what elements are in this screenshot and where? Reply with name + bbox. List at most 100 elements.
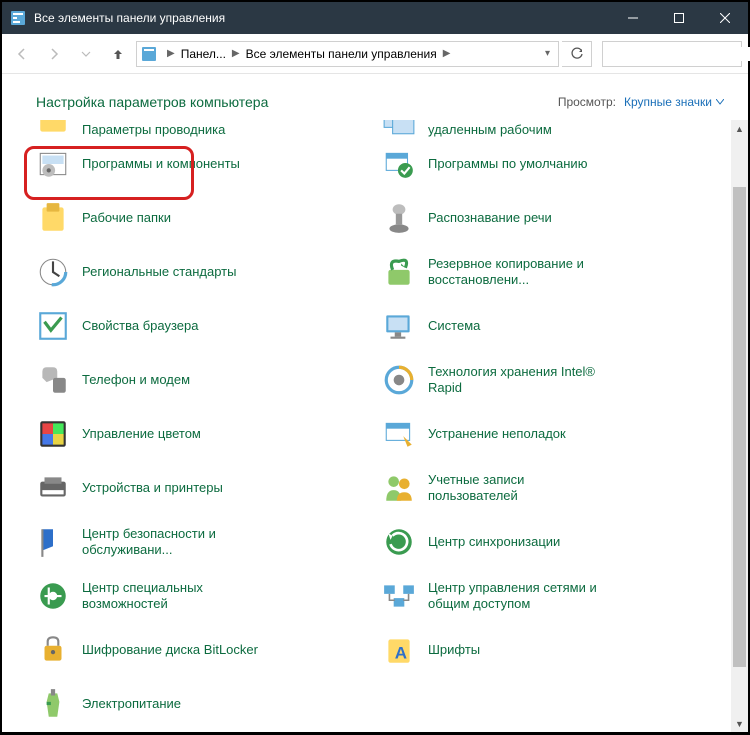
view-value[interactable]: Крупные значки (624, 95, 724, 109)
item-label: Технология хранения Intel® Rapid (428, 364, 608, 397)
item-icon (36, 201, 70, 235)
item-label: Устройства и принтеры (82, 480, 223, 496)
item-icon (36, 471, 70, 505)
navbar: ▶ Панел... ▶ Все элементы панели управле… (2, 34, 748, 74)
item-label: Параметры проводника (82, 122, 225, 138)
control-panel-item[interactable]: Резервное копирование и восстановлени... (382, 248, 728, 296)
nav-back-button[interactable] (8, 40, 36, 68)
item-icon (382, 417, 416, 451)
control-panel-item[interactable]: Электропитание (36, 680, 382, 728)
chevron-right-icon[interactable]: ▶ (228, 48, 244, 59)
highlight-annotation (24, 146, 194, 200)
control-panel-icon (10, 10, 26, 26)
control-panel-item[interactable]: Свойства браузера (36, 302, 382, 350)
item-icon (36, 687, 70, 721)
search-input[interactable] (603, 47, 750, 61)
item-icon (36, 120, 70, 138)
content-area: Параметры проводникаПрограммы и компонен… (2, 120, 748, 732)
item-label: Учетные записи пользователей (428, 472, 608, 505)
window-frame: Все элементы панели управления ▶ Панел..… (1, 1, 749, 733)
scroll-thumb[interactable] (733, 187, 746, 667)
item-icon (382, 309, 416, 343)
control-panel-item[interactable]: Параметры проводника (36, 120, 382, 138)
item-label: Центр безопасности и обслуживани... (82, 526, 262, 559)
chevron-right-icon[interactable]: ▶ (439, 48, 455, 59)
item-icon (36, 309, 70, 343)
titlebar[interactable]: Все элементы панели управления (2, 2, 748, 34)
control-panel-addr-icon (141, 46, 157, 62)
window-title: Все элементы панели управления (34, 11, 610, 25)
item-icon (36, 255, 70, 289)
control-panel-item[interactable]: Технология хранения Intel® Rapid (382, 356, 728, 404)
item-label: Центр управления сетями и общим доступом (428, 580, 608, 613)
breadcrumb-segment[interactable]: Все элементы панели управления (244, 47, 439, 61)
control-panel-item[interactable]: Программы по умолчанию (382, 140, 728, 188)
close-button[interactable] (702, 2, 748, 34)
item-label: удаленным рабочим (428, 122, 552, 138)
item-label: Программы по умолчанию (428, 156, 587, 172)
item-label: Система (428, 318, 480, 334)
item-label: Электропитание (82, 696, 181, 712)
breadcrumb-segment[interactable]: Панел... (179, 47, 228, 61)
item-label: Распознавание речи (428, 210, 552, 226)
item-label: Шрифты (428, 642, 480, 658)
control-panel-item[interactable]: Распознавание речи (382, 194, 728, 242)
refresh-button[interactable] (562, 41, 592, 67)
item-icon (382, 363, 416, 397)
items-column-right: удаленным рабочим Программы по умолчанию Р… (382, 120, 728, 732)
control-panel-item[interactable]: удаленным рабочим (382, 120, 728, 138)
control-panel-item[interactable]: Шифрование диска BitLocker (36, 626, 382, 674)
control-panel-item[interactable]: Центр специальных возможностей (36, 572, 382, 620)
item-icon (382, 471, 416, 505)
page-header: Настройка параметров компьютера Просмотр… (2, 74, 748, 120)
item-icon (36, 417, 70, 451)
control-panel-item[interactable]: Центр синхронизации (382, 518, 728, 566)
address-bar[interactable]: ▶ Панел... ▶ Все элементы панели управле… (136, 41, 559, 67)
item-label: Шифрование диска BitLocker (82, 642, 258, 658)
nav-recent-dropdown[interactable] (72, 40, 100, 68)
maximize-button[interactable] (656, 2, 702, 34)
control-panel-item[interactable]: Устройства и принтеры (36, 464, 382, 512)
page-title: Настройка параметров компьютера (36, 94, 268, 110)
chevron-down-icon (716, 99, 724, 105)
items-column-left: Параметры проводникаПрограммы и компонен… (36, 120, 382, 732)
item-icon (382, 525, 416, 559)
item-icon (382, 579, 416, 613)
item-icon (382, 147, 416, 181)
control-panel-item[interactable]: Центр безопасности и обслуживани... (36, 518, 382, 566)
control-panel-item[interactable]: Центр управления сетями и общим доступом (382, 572, 728, 620)
item-icon (36, 579, 70, 613)
nav-up-button[interactable] (104, 40, 132, 68)
control-panel-item[interactable]: Система (382, 302, 728, 350)
item-icon (382, 120, 416, 138)
control-panel-item[interactable]: Устранение неполадок (382, 410, 728, 458)
minimize-button[interactable] (610, 2, 656, 34)
scroll-track[interactable] (731, 137, 748, 715)
control-panel-item[interactable]: Региональные стандарты (36, 248, 382, 296)
item-icon (36, 633, 70, 667)
view-selector[interactable]: Просмотр: Крупные значки (558, 95, 724, 109)
nav-forward-button[interactable] (40, 40, 68, 68)
item-label: Резервное копирование и восстановлени... (428, 256, 608, 289)
control-panel-item[interactable]: Учетные записи пользователей (382, 464, 728, 512)
chevron-down-icon[interactable]: ▾ (541, 48, 554, 59)
scroll-up-button[interactable]: ▲ (731, 120, 748, 137)
search-box[interactable] (602, 41, 742, 67)
item-label: Региональные стандарты (82, 264, 236, 280)
vertical-scrollbar[interactable]: ▲ ▼ (731, 120, 748, 732)
item-icon (36, 363, 70, 397)
control-panel-item[interactable]: A Шрифты (382, 626, 728, 674)
item-icon (382, 201, 416, 235)
control-panel-item[interactable]: Рабочие папки (36, 194, 382, 242)
control-panel-item[interactable]: Управление цветом (36, 410, 382, 458)
item-label: Центр синхронизации (428, 534, 560, 550)
control-panel-item[interactable]: Телефон и модем (36, 356, 382, 404)
item-label: Центр специальных возможностей (82, 580, 262, 613)
item-label: Свойства браузера (82, 318, 198, 334)
item-label: Телефон и модем (82, 372, 190, 388)
scroll-down-button[interactable]: ▼ (731, 715, 748, 732)
chevron-right-icon[interactable]: ▶ (163, 48, 179, 59)
item-icon (36, 525, 70, 559)
view-value-text: Крупные значки (624, 95, 712, 109)
svg-text:A: A (395, 644, 407, 663)
